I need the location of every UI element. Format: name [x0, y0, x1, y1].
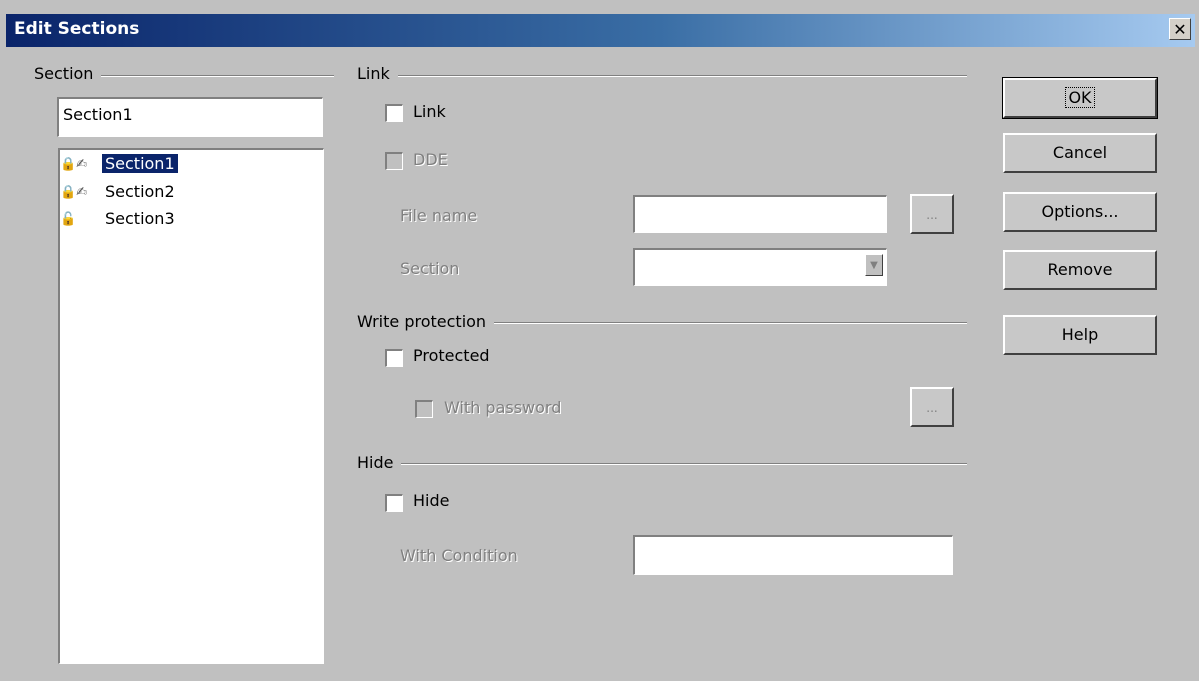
edit-sections-dialog: Edit Sections ✕ Section Section1 🔒✍ Sect… [0, 0, 1199, 681]
write-protection-group-label: Write protection [357, 312, 495, 331]
protected-checkbox[interactable] [385, 349, 403, 367]
ok-button-label: OK [1065, 87, 1095, 108]
section-link-select[interactable]: ▼ [633, 248, 887, 286]
file-browse-button[interactable]: ... [910, 194, 954, 234]
help-button[interactable]: Help [1003, 315, 1157, 355]
with-condition-label: With Condition [400, 546, 518, 565]
close-button[interactable]: ✕ [1169, 18, 1191, 40]
close-icon: ✕ [1173, 20, 1187, 39]
unlock-icon: 🔓 [60, 212, 77, 227]
browse-label: ... [926, 208, 938, 222]
tree-item-label: Section3 [105, 209, 175, 228]
link-group-line [357, 75, 967, 77]
section-tree[interactable]: 🔒✍ Section1 🔒✍ Section2 🔓 Section3 [58, 148, 324, 664]
remove-button[interactable]: Remove [1003, 250, 1157, 290]
cancel-button[interactable]: Cancel [1003, 133, 1157, 173]
with-password-checkbox[interactable] [415, 400, 433, 418]
lock-edit-icon: 🔒✍ [60, 157, 88, 172]
dde-checkbox[interactable] [385, 152, 403, 170]
section-name-value: Section1 [63, 105, 133, 124]
tree-item-label: Section2 [105, 182, 175, 201]
dde-checkbox-label: DDE [413, 150, 448, 169]
section-link-label: Section [400, 259, 460, 278]
options-button-label: Options... [1041, 202, 1119, 221]
section-group-label: Section [34, 64, 102, 83]
condition-input[interactable] [633, 535, 953, 575]
chevron-down-icon[interactable]: ▼ [865, 254, 883, 276]
password-button[interactable]: ... [910, 387, 954, 427]
link-checkbox-label: Link [413, 102, 446, 121]
link-group-label: Link [357, 64, 398, 83]
title-bar[interactable]: Edit Sections ✕ [6, 14, 1195, 47]
cancel-button-label: Cancel [1052, 143, 1108, 162]
tree-item-label: Section1 [102, 154, 178, 173]
protected-checkbox-label: Protected [413, 346, 490, 365]
link-checkbox[interactable] [385, 104, 403, 122]
hide-group-line [357, 463, 967, 465]
ok-button[interactable]: OK [1002, 77, 1158, 119]
hide-checkbox[interactable] [385, 494, 403, 512]
options-button[interactable]: Options... [1003, 192, 1157, 232]
remove-button-label: Remove [1047, 260, 1113, 279]
section-name-input[interactable]: Section1 [57, 97, 323, 137]
help-button-label: Help [1061, 325, 1099, 344]
window-title: Edit Sections [14, 19, 140, 39]
lock-edit-icon: 🔒✍ [60, 185, 88, 200]
password-button-label: ... [926, 401, 938, 415]
hide-checkbox-label: Hide [413, 491, 450, 510]
with-password-label: With password [444, 398, 562, 417]
file-name-label: File name [400, 206, 478, 225]
hide-group-label: Hide [357, 453, 402, 472]
file-name-input[interactable] [633, 195, 887, 233]
